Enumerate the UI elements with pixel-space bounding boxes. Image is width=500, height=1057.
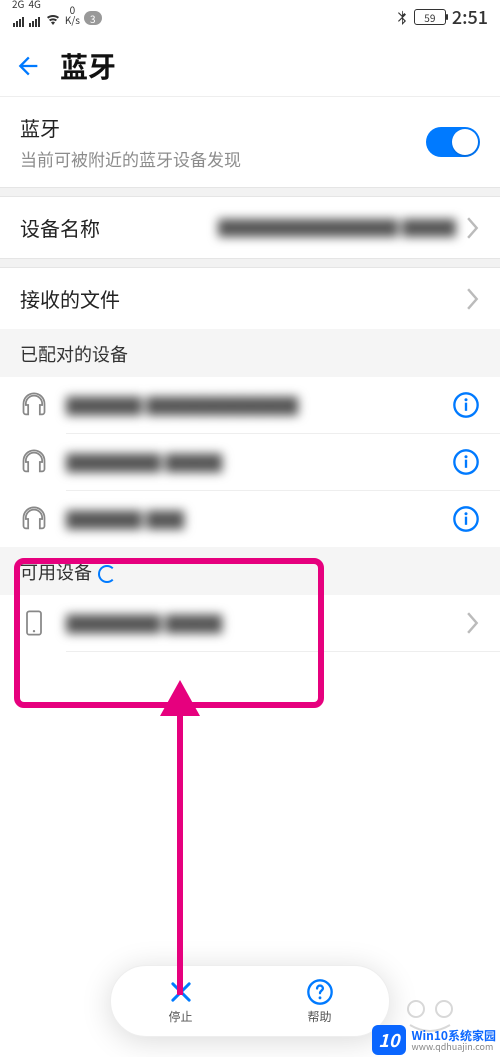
net2-label: 4G: [28, 0, 40, 9]
chevron-right-icon: [466, 612, 480, 634]
bluetooth-toggle-row[interactable]: 蓝牙 当前可被附近的蓝牙设备发现: [0, 97, 500, 187]
device-name: █████ ███: [66, 610, 222, 637]
bottom-action-bar: 停止 帮助: [110, 965, 390, 1037]
help-button[interactable]: 帮助: [306, 978, 334, 1025]
available-devices-header: 可用设备: [0, 547, 500, 595]
data-speed: 0 K/s: [65, 5, 80, 25]
signal-bars-2-icon: [29, 17, 40, 27]
headset-icon: [20, 505, 48, 533]
stop-label: 停止: [168, 1008, 192, 1025]
watermark-badge: 10: [372, 1025, 405, 1055]
bluetooth-switch[interactable]: [426, 127, 480, 157]
headset-icon: [20, 448, 48, 476]
signal-bars-1-icon: [13, 17, 24, 27]
info-icon[interactable]: [452, 448, 480, 476]
info-icon[interactable]: [452, 505, 480, 533]
help-icon: [306, 978, 334, 1006]
back-arrow-icon[interactable]: [14, 52, 42, 80]
headset-icon: [20, 391, 48, 419]
status-bar: 2G 4G 0 K/s 3 59 2:51: [0, 0, 500, 34]
received-files-row[interactable]: 接收的文件: [0, 268, 500, 329]
clock: 2:51: [452, 4, 488, 30]
page-title: 蓝牙: [60, 46, 116, 86]
annotation-arrow-icon: [110, 680, 230, 1000]
chevron-right-icon: [466, 288, 480, 310]
watermark: 10 Win10系统家园 www.qdhuajin.com: [372, 1025, 496, 1055]
bluetooth-icon: [396, 9, 408, 25]
bluetooth-label: 蓝牙: [20, 113, 241, 142]
device-name-label: 设备名称: [20, 213, 100, 242]
help-label: 帮助: [307, 1008, 331, 1025]
device-name: ████ ████████: [66, 392, 298, 419]
paired-device-row[interactable]: █████ ███: [0, 434, 500, 490]
paired-device-row[interactable]: ████ ████████: [0, 377, 500, 433]
page-header: 蓝牙: [0, 34, 500, 96]
device-name: ████ ██: [66, 506, 184, 533]
device-name: █████ ███: [66, 449, 222, 476]
close-icon: [167, 978, 195, 1006]
wifi-icon: [45, 13, 61, 25]
battery-icon: 59: [414, 9, 446, 25]
bluetooth-subtitle: 当前可被附近的蓝牙设备发现: [20, 146, 241, 171]
device-name-row[interactable]: 设备名称 ██████████ ███: [0, 197, 500, 258]
info-icon[interactable]: [452, 391, 480, 419]
watermark-url: www.qdhuajin.com: [412, 1042, 496, 1051]
available-device-row[interactable]: █████ ███: [0, 595, 500, 651]
stop-button[interactable]: 停止: [167, 978, 195, 1025]
device-name-value: ██████████ ███: [218, 215, 456, 241]
received-files-label: 接收的文件: [20, 284, 120, 313]
chevron-right-icon: [466, 217, 480, 239]
net1-label: 2G: [12, 0, 24, 9]
paired-devices-header: 已配对的设备: [0, 329, 500, 377]
phone-icon: [20, 609, 48, 637]
notif-count-badge: 3: [84, 11, 102, 25]
paired-device-row[interactable]: ████ ██: [0, 491, 500, 547]
